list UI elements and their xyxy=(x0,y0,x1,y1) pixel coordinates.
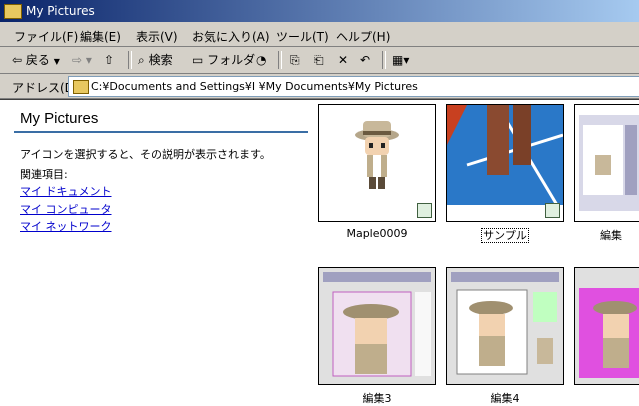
search-icon: ⌕ xyxy=(138,53,145,67)
folder-icon xyxy=(73,80,89,94)
back-label: 戻る xyxy=(25,53,50,67)
menu-tools[interactable]: ツール(T) xyxy=(276,28,329,45)
folders-button[interactable]: ▭ フォルダ xyxy=(192,50,255,70)
content-area: My Pictures アイコンを選択すると、その説明が表示されます。 関連項目… xyxy=(0,99,639,406)
move-to-button[interactable]: ⎘ xyxy=(290,50,300,70)
undo-icon: ↶ xyxy=(360,53,371,67)
toolbar: ⇦ 戻る ▼ ⇨ ▾ ⇧ ⌕ 検索 ▭ フォルダ ◔ ⎘ ⎗ ✕ ↶ ▦▾ xyxy=(0,47,639,74)
search-button[interactable]: ⌕ 検索 xyxy=(138,50,173,70)
thumbnail-label: サンプル xyxy=(446,227,564,243)
thumbnail-label-text: サンプル xyxy=(481,228,529,243)
history-button[interactable]: ◔ xyxy=(256,50,266,70)
editor-screenshot-image xyxy=(579,115,639,211)
address-bar: アドレス(D) C:¥Documents and Settings¥I ¥My … xyxy=(0,74,639,99)
thumbnail-label: 編集 xyxy=(600,229,622,242)
editor-screenshot-image xyxy=(319,268,435,384)
thumbnail-label: 編集3 xyxy=(362,392,392,405)
copy-to-button[interactable]: ⎗ xyxy=(314,50,324,70)
thumbnail-edit3[interactable] xyxy=(318,267,436,385)
views-icon: ▦▾ xyxy=(392,53,410,67)
panel-title: My Pictures xyxy=(20,110,99,127)
views-button[interactable]: ▦▾ xyxy=(392,50,409,70)
folders-icon: ▭ xyxy=(192,53,204,67)
menu-file[interactable]: ファイル(F) xyxy=(14,28,78,45)
link-my-computer[interactable]: マイ コンピュータ xyxy=(20,201,112,217)
menu-view[interactable]: 表示(V) xyxy=(136,28,178,45)
toolbar-divider xyxy=(128,51,132,69)
toolbar-divider xyxy=(382,51,386,69)
forward-arrow-icon: ⇨ ▾ xyxy=(72,53,92,67)
menu-help[interactable]: ヘルプ(H) xyxy=(336,28,390,45)
chevron-down-icon: ▼ xyxy=(53,57,60,66)
folders-label: フォルダ xyxy=(207,53,256,67)
search-label: 検索 xyxy=(148,53,173,67)
menu-bar: ファイル(F) 編集(E) 表示(V) お気に入り(A) ツール(T) ヘルプ(… xyxy=(0,24,639,47)
paint-badge-icon xyxy=(545,203,560,218)
undo-button[interactable]: ↶ xyxy=(360,50,370,70)
copy-to-icon: ⎗ xyxy=(314,53,324,67)
toolbar-divider xyxy=(278,51,282,69)
menu-favorites[interactable]: お気に入り(A) xyxy=(192,28,270,45)
link-my-network[interactable]: マイ ネットワーク xyxy=(20,218,112,234)
info-panel: My Pictures アイコンを選択すると、その説明が表示されます。 関連項目… xyxy=(0,100,310,406)
forward-button[interactable]: ⇨ ▾ xyxy=(72,50,92,70)
title-bar: My Pictures xyxy=(0,0,639,22)
address-path: C:¥Documents and Settings¥I ¥My Document… xyxy=(91,80,418,93)
thumbnail-sample[interactable] xyxy=(446,104,564,222)
thumbnail-label: 編集4 xyxy=(490,392,520,405)
paint-badge-icon xyxy=(417,203,432,218)
editor-screenshot-image xyxy=(575,268,639,384)
delete-button[interactable]: ✕ xyxy=(338,50,348,70)
address-input[interactable]: C:¥Documents and Settings¥I ¥My Document… xyxy=(68,76,639,97)
thumbnail-edit4[interactable] xyxy=(446,267,564,385)
folder-icon xyxy=(4,4,22,19)
thumbnail-maple0009[interactable] xyxy=(318,104,436,222)
up-folder-icon: ⇧ xyxy=(104,53,115,67)
up-folder-button[interactable]: ⇧ xyxy=(104,50,114,70)
related-label: 関連項目: xyxy=(20,168,68,181)
thumbnail-edit[interactable] xyxy=(574,104,639,222)
thumbnail-edit-pink[interactable] xyxy=(574,267,639,385)
back-button[interactable]: ⇦ 戻る ▼ xyxy=(12,50,60,70)
panel-description: アイコンを選択すると、その説明が表示されます。 xyxy=(20,148,271,161)
menu-edit[interactable]: 編集(E) xyxy=(80,28,121,45)
history-icon: ◔ xyxy=(256,53,267,67)
move-to-icon: ⎘ xyxy=(290,53,300,67)
delete-icon: ✕ xyxy=(338,53,349,67)
editor-screenshot-image xyxy=(447,268,563,384)
window-title: My Pictures xyxy=(26,4,95,18)
panel-divider xyxy=(14,131,308,133)
thumbnail-label: Maple0009 xyxy=(346,227,408,240)
link-my-documents[interactable]: マイ ドキュメント xyxy=(20,183,112,199)
back-arrow-icon: ⇦ xyxy=(12,53,23,67)
